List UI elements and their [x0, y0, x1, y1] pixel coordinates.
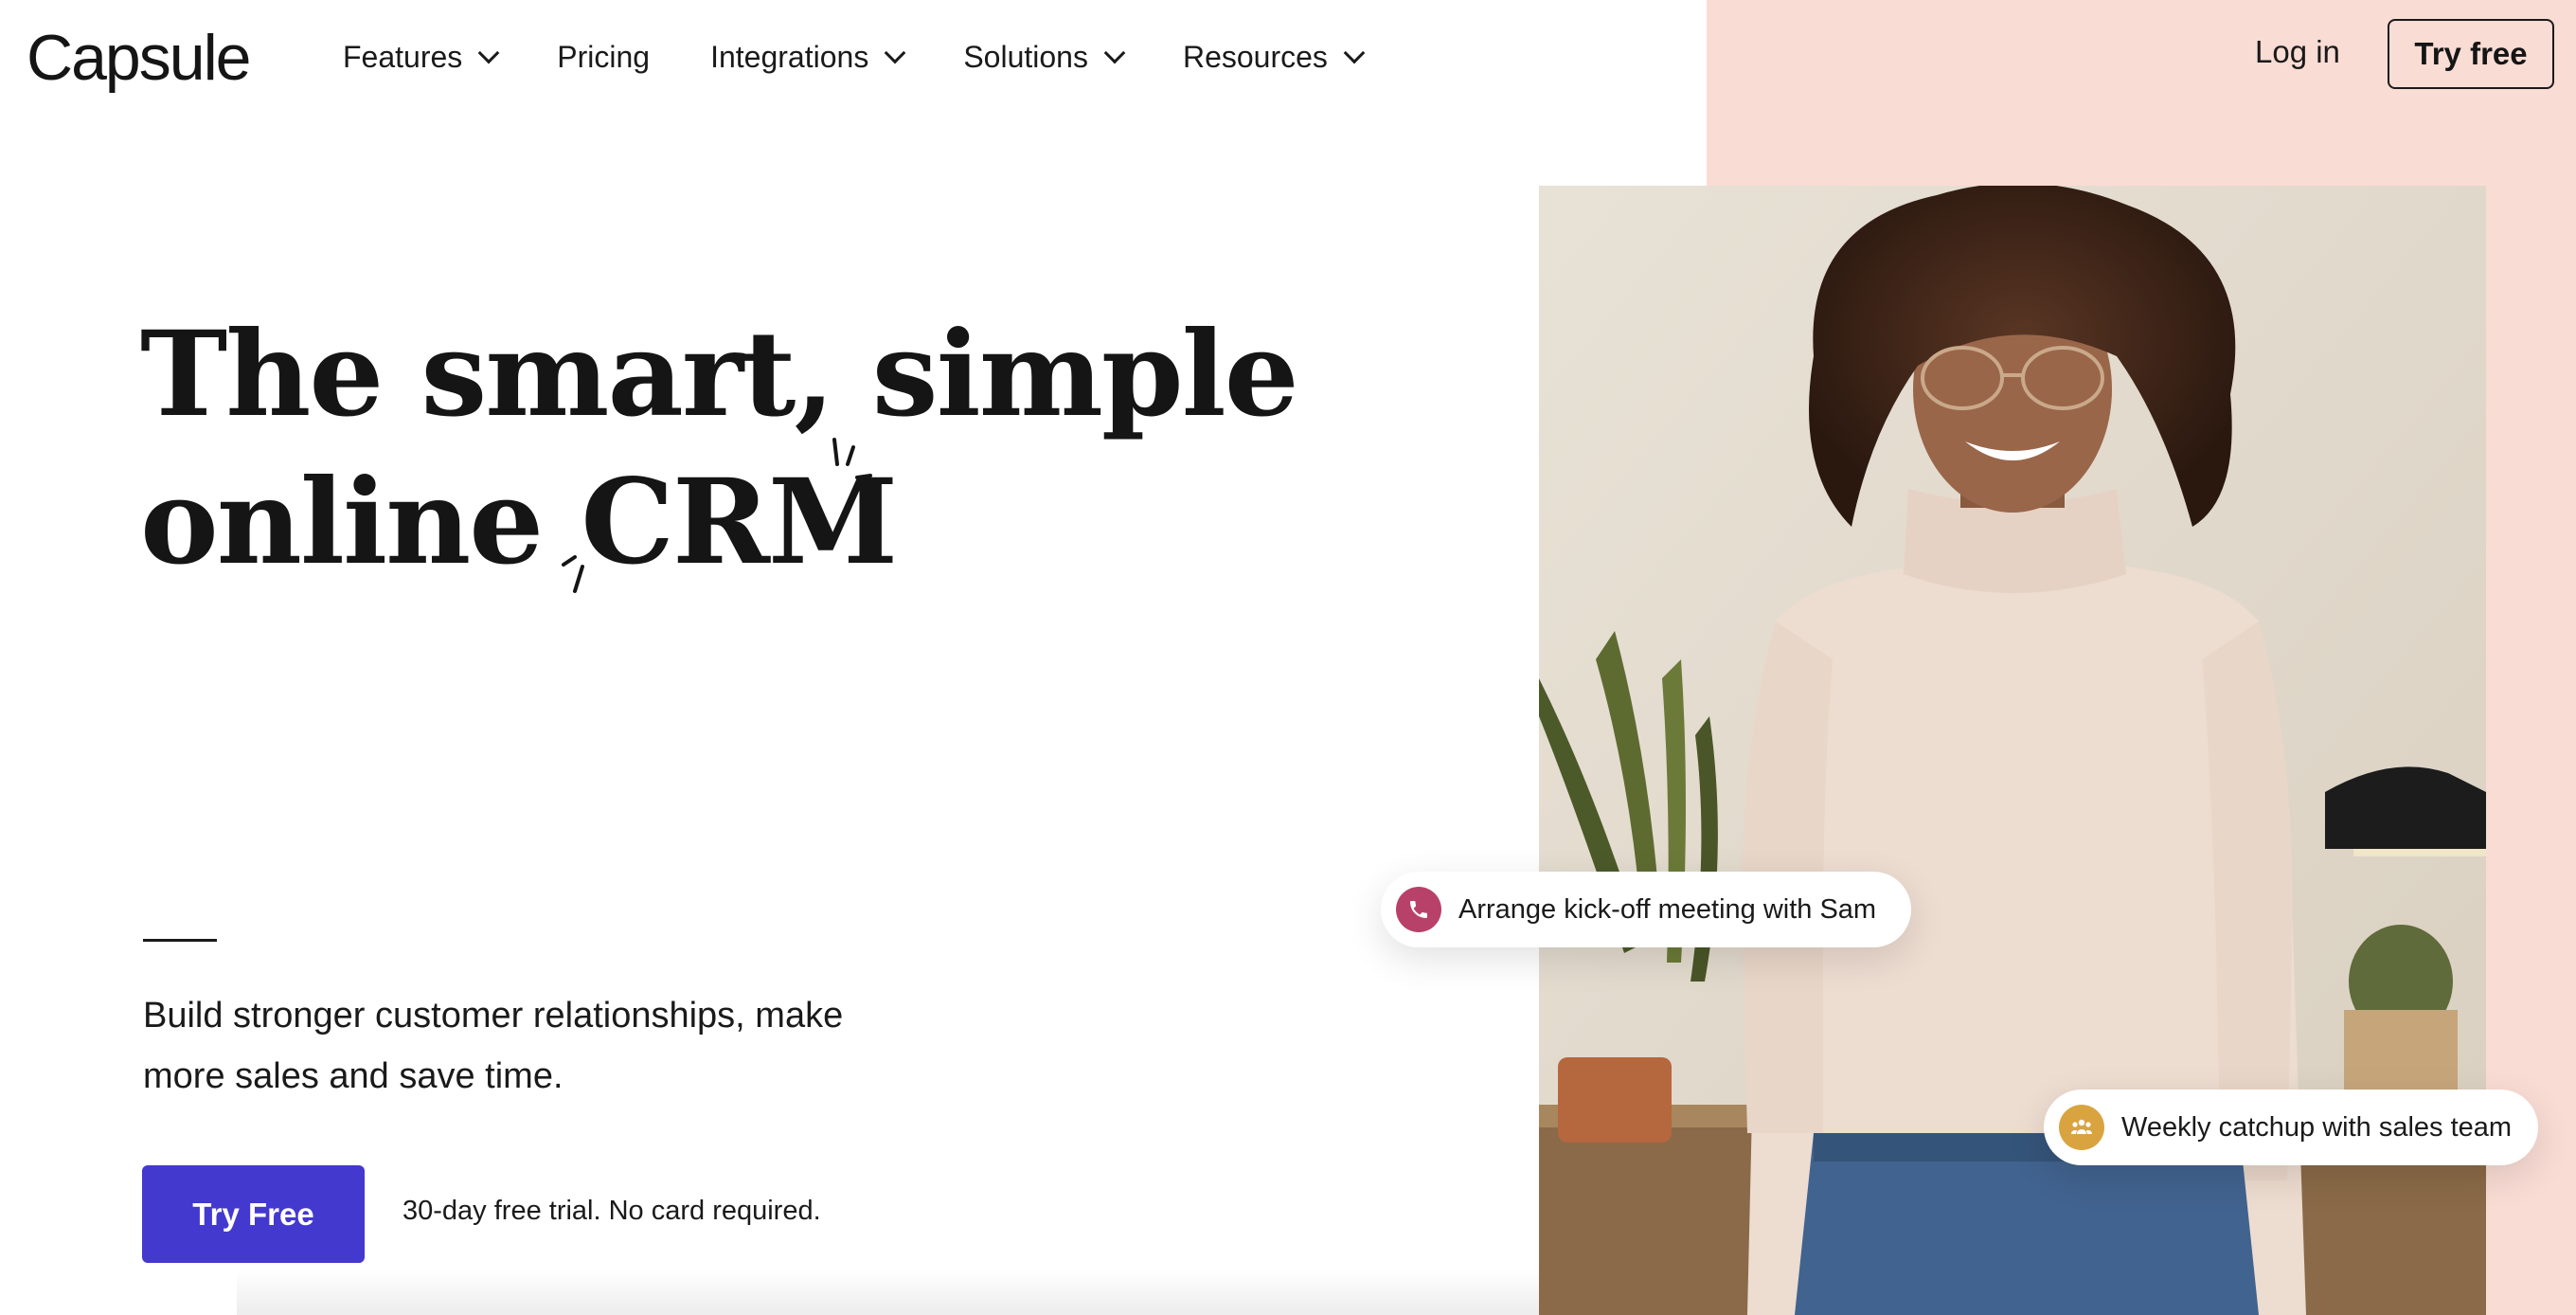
trial-note: 30-day free trial. No card required. [402, 1196, 821, 1226]
try-free-header-button[interactable]: Try free [2388, 19, 2554, 89]
nav-integrations[interactable]: Integrations [710, 39, 906, 75]
notification-pill-catchup: Weekly catchup with sales team [2044, 1090, 2538, 1165]
sparkle-bottom-left-icon [562, 555, 585, 593]
headline-highlight: CRM [562, 438, 898, 597]
hero-headline: The smart, simple online CRM [140, 301, 1299, 597]
phone-icon [1396, 887, 1441, 932]
nav-solutions[interactable]: Solutions [963, 39, 1126, 75]
chevron-down-icon [1103, 42, 1126, 64]
headline-line-2-prefix: online [140, 454, 581, 591]
notification-pill-meeting: Arrange kick-off meeting with Sam [1381, 872, 1911, 947]
nav-features[interactable]: Features [343, 39, 500, 75]
notification-text: Weekly catchup with sales team [2121, 1111, 2513, 1143]
nav-integrations-label: Integrations [710, 39, 869, 74]
login-link[interactable]: Log in [2255, 34, 2340, 70]
nav-features-label: Features [343, 39, 463, 74]
chevron-down-icon [1343, 42, 1366, 64]
notification-text: Arrange kick-off meeting with Sam [1458, 893, 1877, 925]
headline-line-1: The smart, simple [140, 306, 1299, 443]
chevron-down-icon [477, 42, 500, 64]
bottom-shadow [237, 1270, 1563, 1315]
nav-resources[interactable]: Resources [1182, 39, 1366, 75]
nav-pricing[interactable]: Pricing [557, 40, 650, 75]
try-free-cta-button[interactable]: Try Free [142, 1165, 365, 1263]
hero-divider [143, 939, 217, 942]
sparkle-top-right-icon [832, 438, 873, 479]
capsule-logo[interactable]: Capsule [27, 21, 251, 95]
nav-solutions-label: Solutions [963, 39, 1088, 74]
nav-pricing-label: Pricing [557, 39, 651, 74]
team-icon [2059, 1105, 2104, 1150]
main-nav: Features Pricing Integrations Solutions … [343, 32, 1422, 81]
hero-subtext: Build stronger customer relationships, m… [143, 996, 844, 1096]
chevron-down-icon [884, 42, 906, 64]
nav-resources-label: Resources [1182, 39, 1328, 74]
